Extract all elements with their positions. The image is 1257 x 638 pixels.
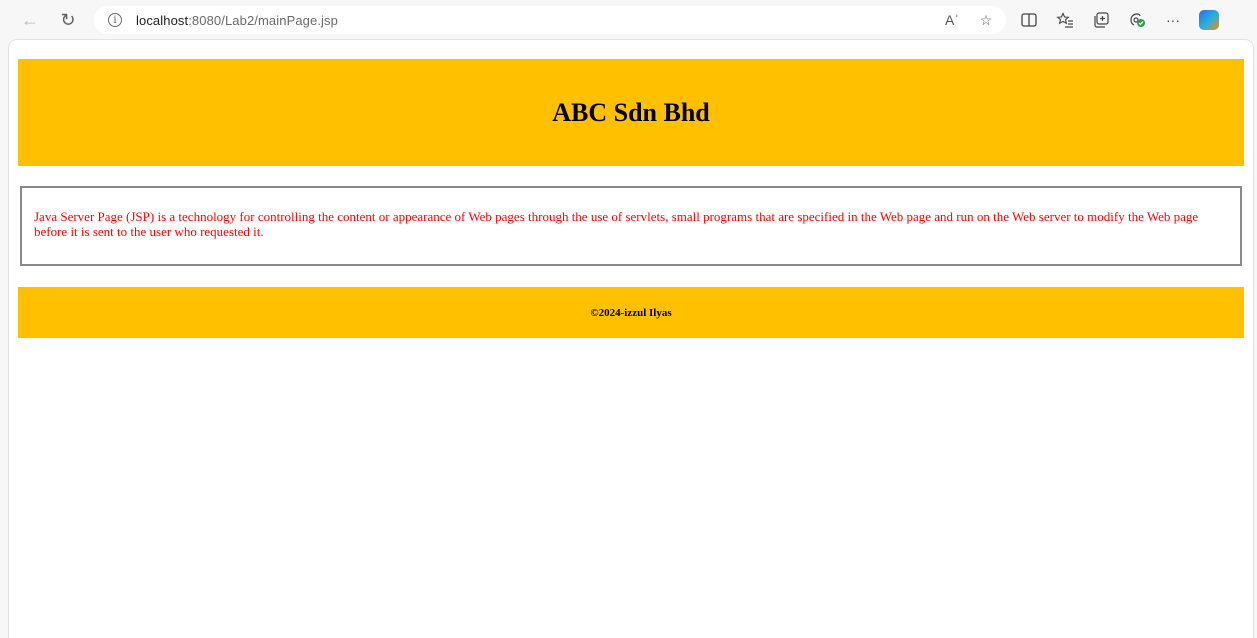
browser-toolbar: ← ↻ i localhost:8080/Lab2/mainPage.jsp A… <box>0 0 1257 40</box>
split-screen-icon[interactable] <box>1016 7 1042 33</box>
page-viewport: ABC Sdn Bhd Java Server Page (JSP) is a … <box>9 40 1253 638</box>
header-band: ABC Sdn Bhd <box>18 59 1244 166</box>
extensions-icon[interactable] <box>1124 7 1150 33</box>
url-text[interactable]: localhost:8080/Lab2/mainPage.jsp <box>136 13 338 28</box>
url-host: localhost <box>136 12 189 28</box>
page-title: ABC Sdn Bhd <box>552 97 710 127</box>
url-path: :8080/Lab2/mainPage.jsp <box>188 12 338 28</box>
favorites-list-icon[interactable] <box>1052 7 1078 33</box>
content-box: Java Server Page (JSP) is a technology f… <box>20 186 1242 266</box>
copilot-icon <box>1199 10 1219 30</box>
copilot-button[interactable] <box>1196 7 1222 33</box>
content-paragraph: Java Server Page (JSP) is a technology f… <box>34 209 1199 239</box>
back-arrow-icon[interactable]: ← <box>14 4 46 36</box>
address-bar-actions: Aʾ ☆ <box>942 6 996 34</box>
star-icon[interactable]: ☆ <box>976 12 996 29</box>
address-bar[interactable]: i localhost:8080/Lab2/mainPage.jsp Aʾ ☆ <box>94 6 1006 34</box>
more-options-icon[interactable]: ··· <box>1160 7 1186 33</box>
info-icon[interactable]: i <box>108 13 122 27</box>
refresh-icon[interactable]: ↻ <box>52 4 84 36</box>
footer-copyright: ©2024-izzul Ilyas <box>590 306 672 319</box>
browser-tool-icons: ··· <box>1016 7 1222 33</box>
footer-band: ©2024-izzul Ilyas <box>18 287 1244 338</box>
read-aloud-icon[interactable]: Aʾ <box>942 12 962 28</box>
collections-icon[interactable] <box>1088 7 1114 33</box>
